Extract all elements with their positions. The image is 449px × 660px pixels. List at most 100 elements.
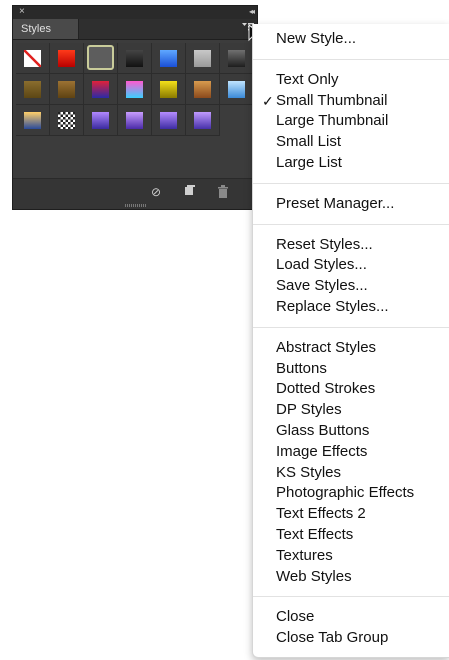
style-swatch-yellow-bevel[interactable] [152,74,186,105]
menu-item-close-tab-group[interactable]: Close Tab Group [253,628,449,648]
menu-item-label: Preset Manager... [276,194,395,212]
style-swatch-copper[interactable] [186,74,220,105]
menu-item-label: Photographic Effects [276,484,415,502]
menu-item-label: Save Styles... [276,277,368,295]
menu-separator [253,327,449,328]
menu-item-label: Large Thumbnail [276,112,389,130]
menu-item-label: Text Only [276,70,339,88]
menu-item-image-effects[interactable]: Image Effects [253,442,449,462]
swatch-thumbnail [92,112,109,129]
menu-item-dp-styles[interactable]: DP Styles [253,400,449,420]
swatch-thumbnail [58,50,75,67]
resize-grip[interactable] [125,204,147,207]
menu-item-buttons[interactable]: Buttons [253,359,449,379]
style-swatch-none-style[interactable] [16,43,50,74]
new-style-icon[interactable] [183,185,197,199]
swatch-thumbnail [160,50,177,67]
menu-item-abstract-styles[interactable]: Abstract Styles [253,338,449,358]
clear-style-icon[interactable]: ⊘ [149,185,163,199]
trash-icon[interactable] [216,185,230,199]
swatch-thumbnail [23,49,42,68]
menu-item-text-only[interactable]: Text Only [253,70,449,90]
style-swatch-red-glow[interactable] [50,43,84,74]
swatch-thumbnail [92,81,109,98]
menu-item-textures[interactable]: Textures [253,546,449,566]
style-swatch-selected-gray[interactable] [84,43,118,74]
style-swatch-sunset[interactable] [16,105,50,136]
menu-item-replace-styles[interactable]: Replace Styles... [253,297,449,317]
menu-item-label: Small Thumbnail [276,91,388,109]
menu-item-dotted-strokes[interactable]: Dotted Strokes [253,379,449,399]
menu-item-load-styles[interactable]: Load Styles... [253,255,449,275]
menu-item-large-list[interactable]: Large List [253,153,449,173]
style-swatch-multicolor[interactable] [118,74,152,105]
style-swatch-olive[interactable] [16,74,50,105]
swatch-thumbnail [126,81,143,98]
swatch-thumbnail [126,112,143,129]
swatch-thumbnail [194,112,211,129]
menu-item-label: Textures [276,546,333,564]
style-swatch-sky-blue[interactable] [220,74,254,105]
menu-item-label: Glass Buttons [276,422,370,439]
menu-item-label: Text Effects 2 [276,505,366,523]
swatch-thumbnail [194,81,211,98]
swatch-thumbnail [228,81,245,98]
style-swatch-blue-glass[interactable] [152,43,186,74]
style-swatch-purple-blue-d[interactable] [186,105,220,136]
swatch-thumbnail [228,50,245,67]
menu-separator [253,183,449,184]
menu-item-text-effects[interactable]: Text Effects [253,525,449,545]
menu-item-glass-buttons[interactable]: Glass Buttons [253,421,449,441]
menu-item-label: KS Styles [276,463,342,481]
menu-item-label: Dotted Strokes [276,380,376,398]
menu-item-label: Reset Styles... [276,235,373,253]
styles-panel: × ◂◂ Styles ⊘ [12,5,258,210]
menu-item-label: Text Effects [276,526,354,543]
menu-item-save-styles[interactable]: Save Styles... [253,276,449,296]
menu-item-preset-manager[interactable]: Preset Manager... [253,194,449,214]
style-swatch-checker[interactable] [50,105,84,136]
swatch-thumbnail [58,81,75,98]
menu-item-small-list[interactable]: Small List [253,132,449,152]
style-swatch-dark-gradient[interactable] [220,43,254,74]
menu-item-large-thumbnail[interactable]: Large Thumbnail [253,111,449,131]
tab-bar: Styles [13,19,257,40]
collapse-icon[interactable]: ◂◂ [249,7,255,17]
menu-item-reset-styles[interactable]: Reset Styles... [253,235,449,255]
swatch-thumbnail [194,50,211,67]
menu-separator [253,224,449,225]
menu-item-web-styles[interactable]: Web Styles [253,567,449,587]
menu-item-label: DP Styles [276,401,342,419]
close-icon[interactable]: × [19,6,25,18]
swatch-thumbnail [58,112,75,129]
tab-styles[interactable]: Styles [13,19,79,39]
menu-item-label: Large List [276,154,342,171]
menu-item-label: Small List [276,133,342,151]
menu-item-small-thumbnail[interactable]: ✓ Small Thumbnail [253,91,449,111]
menu-separator [253,59,449,60]
panel-title-bar: × ◂◂ [13,6,257,19]
style-swatch-purple-blue-c[interactable] [152,105,186,136]
panel-flyout-menu: New Style... Text Only ✓ Small Thumbnail Lar… [252,24,449,658]
swatch-thumbnail [87,45,114,70]
style-swatch-red-blue-stripe[interactable] [84,74,118,105]
menu-item-photographic-effects[interactable]: Photographic Effects [253,483,449,503]
swatch-thumbnail [24,81,41,98]
style-swatch-grid [16,43,256,136]
style-swatch-dark-button[interactable] [118,43,152,74]
menu-item-new-style[interactable]: New Style... [253,29,449,49]
menu-item-text-effects-2[interactable]: Text Effects 2 [253,504,449,524]
menu-item-label: Abstract Styles [276,338,377,356]
menu-item-label: Load Styles... [276,256,367,274]
menu-item-label: Web Styles [276,567,352,585]
style-swatch-purple-blue-a[interactable] [84,105,118,136]
menu-item-label: Close Tab Group [276,629,389,647]
panel-bottom-bar: ⊘ [13,178,257,209]
style-swatch-purple-blue-b[interactable] [118,105,152,136]
style-swatch-light-gray[interactable] [186,43,220,74]
style-swatch-bronze[interactable] [50,74,84,105]
menu-item-label: Replace Styles... [276,298,389,315]
menu-item-close[interactable]: Close [253,607,449,627]
menu-item-ks-styles[interactable]: KS Styles [253,463,449,483]
menu-item-label: Close [276,608,315,626]
